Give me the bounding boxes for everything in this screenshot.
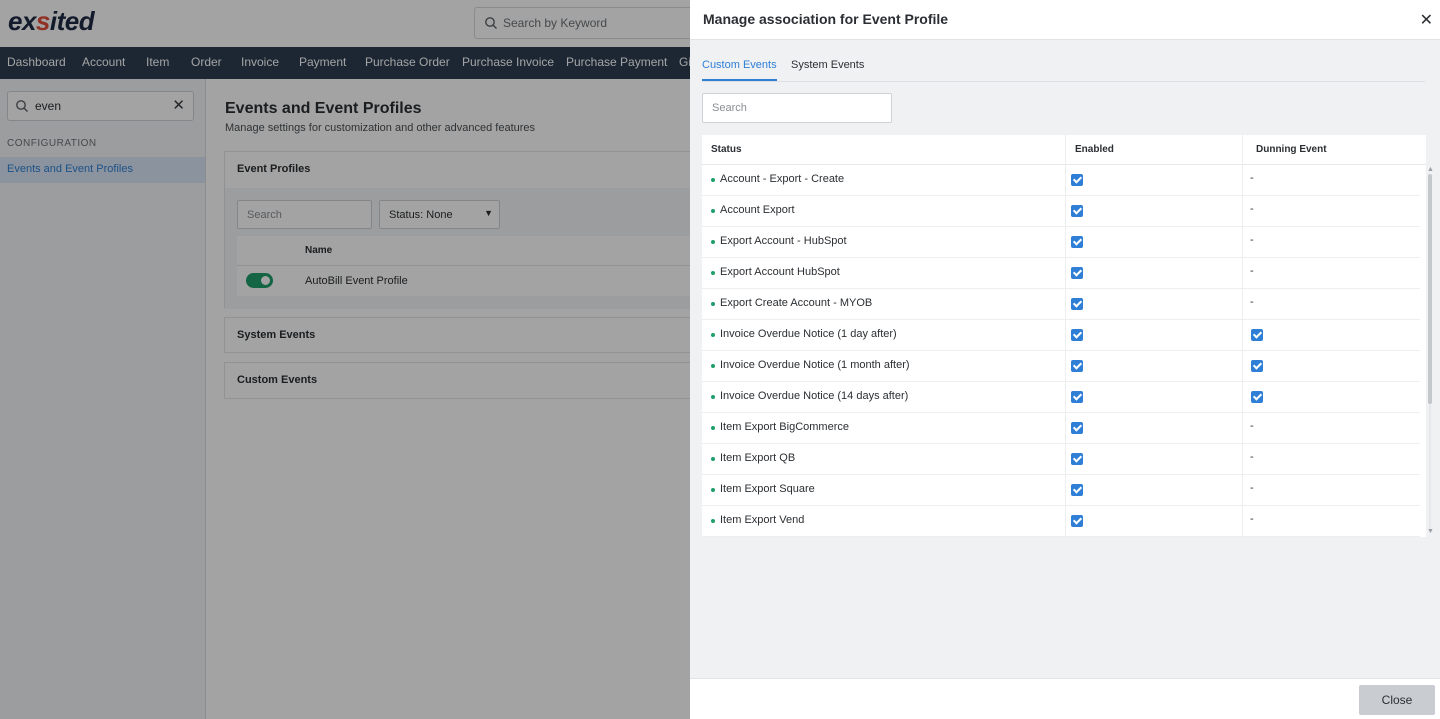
- status-dot-icon: [711, 333, 715, 337]
- drawer-header: Manage association for Event Profile ✕: [690, 0, 1440, 40]
- enabled-checkbox[interactable]: [1071, 391, 1083, 403]
- status-dot-icon: [711, 395, 715, 399]
- dunning-event-empty: -: [1250, 420, 1254, 432]
- scroll-up-icon[interactable]: ▲: [1427, 166, 1434, 173]
- status-dot-icon: [711, 457, 715, 461]
- status-dot-icon: [711, 519, 715, 523]
- dunning-event-empty: -: [1250, 172, 1254, 184]
- close-button-label: Close: [1381, 693, 1413, 707]
- table-row: Invoice Overdue Notice (1 month after): [702, 351, 1420, 382]
- scroll-down-icon[interactable]: ▼: [1427, 528, 1434, 535]
- enabled-checkbox[interactable]: [1071, 174, 1083, 186]
- drawer-footer: Close: [690, 678, 1440, 719]
- table-row: Item Export Square -: [702, 475, 1420, 506]
- column-header-status: Status: [711, 144, 742, 155]
- enabled-checkbox[interactable]: [1071, 298, 1083, 310]
- event-name: Account - Export - Create: [720, 173, 845, 185]
- status-dot-icon: [711, 178, 715, 182]
- tab-custom-events[interactable]: Custom Events: [702, 59, 777, 81]
- event-name: Export Create Account - MYOB: [720, 297, 873, 309]
- close-button[interactable]: Close: [1359, 685, 1435, 715]
- event-name: Invoice Overdue Notice (1 day after): [720, 328, 897, 340]
- dunning-event-empty: -: [1250, 265, 1254, 277]
- event-name: Account Export: [720, 204, 795, 216]
- events-table-body: Account - Export - Create - Account Export…: [702, 165, 1426, 537]
- enabled-checkbox[interactable]: [1071, 515, 1083, 527]
- tab-system-events[interactable]: System Events: [791, 59, 864, 71]
- table-header: Status Enabled Dunning Event: [702, 135, 1426, 165]
- enabled-checkbox[interactable]: [1071, 453, 1083, 465]
- table-row: Account - Export - Create -: [702, 165, 1420, 196]
- dunning-event-checkbox[interactable]: [1251, 360, 1263, 372]
- table-row: Export Account - HubSpot -: [702, 227, 1420, 258]
- enabled-checkbox[interactable]: [1071, 236, 1083, 248]
- enabled-checkbox[interactable]: [1071, 205, 1083, 217]
- events-search-input[interactable]: Search: [702, 93, 892, 123]
- scroll-thumb[interactable]: [1428, 174, 1432, 404]
- search-placeholder: Search: [712, 102, 747, 114]
- event-name: Item Export Vend: [720, 514, 805, 526]
- manage-association-drawer: Manage association for Event Profile ✕ C…: [690, 0, 1440, 719]
- dunning-event-empty: -: [1250, 234, 1254, 246]
- enabled-checkbox[interactable]: [1071, 267, 1083, 279]
- event-name: Invoice Overdue Notice (1 month after): [720, 359, 910, 371]
- drawer-title: Manage association for Event Profile: [703, 11, 949, 27]
- event-name: Item Export QB: [720, 452, 796, 464]
- enabled-checkbox[interactable]: [1071, 329, 1083, 341]
- event-name: Item Export Square: [720, 483, 815, 495]
- status-dot-icon: [711, 240, 715, 244]
- table-row: Item Export Vend -: [702, 506, 1420, 537]
- event-name: Item Export BigCommerce: [720, 421, 849, 433]
- status-dot-icon: [711, 302, 715, 306]
- column-header-dunning: Dunning Event: [1256, 144, 1327, 155]
- dunning-event-empty: -: [1250, 482, 1254, 494]
- dunning-event-empty: -: [1250, 513, 1254, 525]
- status-dot-icon: [711, 488, 715, 492]
- event-name: Export Account HubSpot: [720, 266, 840, 278]
- dunning-event-checkbox[interactable]: [1251, 391, 1263, 403]
- event-name: Export Account - HubSpot: [720, 235, 847, 247]
- table-row: Invoice Overdue Notice (1 day after): [702, 320, 1420, 351]
- dunning-event-empty: -: [1250, 296, 1254, 308]
- table-row: Account Export -: [702, 196, 1420, 227]
- status-dot-icon: [711, 426, 715, 430]
- table-scrollbar[interactable]: ▲ ▼: [1427, 166, 1434, 538]
- column-header-enabled: Enabled: [1075, 144, 1114, 155]
- dunning-event-empty: -: [1250, 203, 1254, 215]
- enabled-checkbox[interactable]: [1071, 422, 1083, 434]
- event-name: Invoice Overdue Notice (14 days after): [720, 390, 909, 402]
- dunning-event-empty: -: [1250, 451, 1254, 463]
- enabled-checkbox[interactable]: [1071, 360, 1083, 372]
- dunning-event-checkbox[interactable]: [1251, 329, 1263, 341]
- enabled-checkbox[interactable]: [1071, 484, 1083, 496]
- table-row: Item Export BigCommerce -: [702, 413, 1420, 444]
- table-row: Item Export QB -: [702, 444, 1420, 475]
- events-table: Status Enabled Dunning Event Account - E…: [702, 135, 1426, 537]
- table-row: Export Account HubSpot -: [702, 258, 1420, 289]
- table-row: Export Create Account - MYOB -: [702, 289, 1420, 320]
- event-tabs: Custom Events System Events: [702, 52, 1425, 82]
- status-dot-icon: [711, 209, 715, 213]
- status-dot-icon: [711, 364, 715, 368]
- status-dot-icon: [711, 271, 715, 275]
- close-icon[interactable]: ✕: [1420, 10, 1433, 30]
- table-row: Invoice Overdue Notice (14 days after): [702, 382, 1420, 413]
